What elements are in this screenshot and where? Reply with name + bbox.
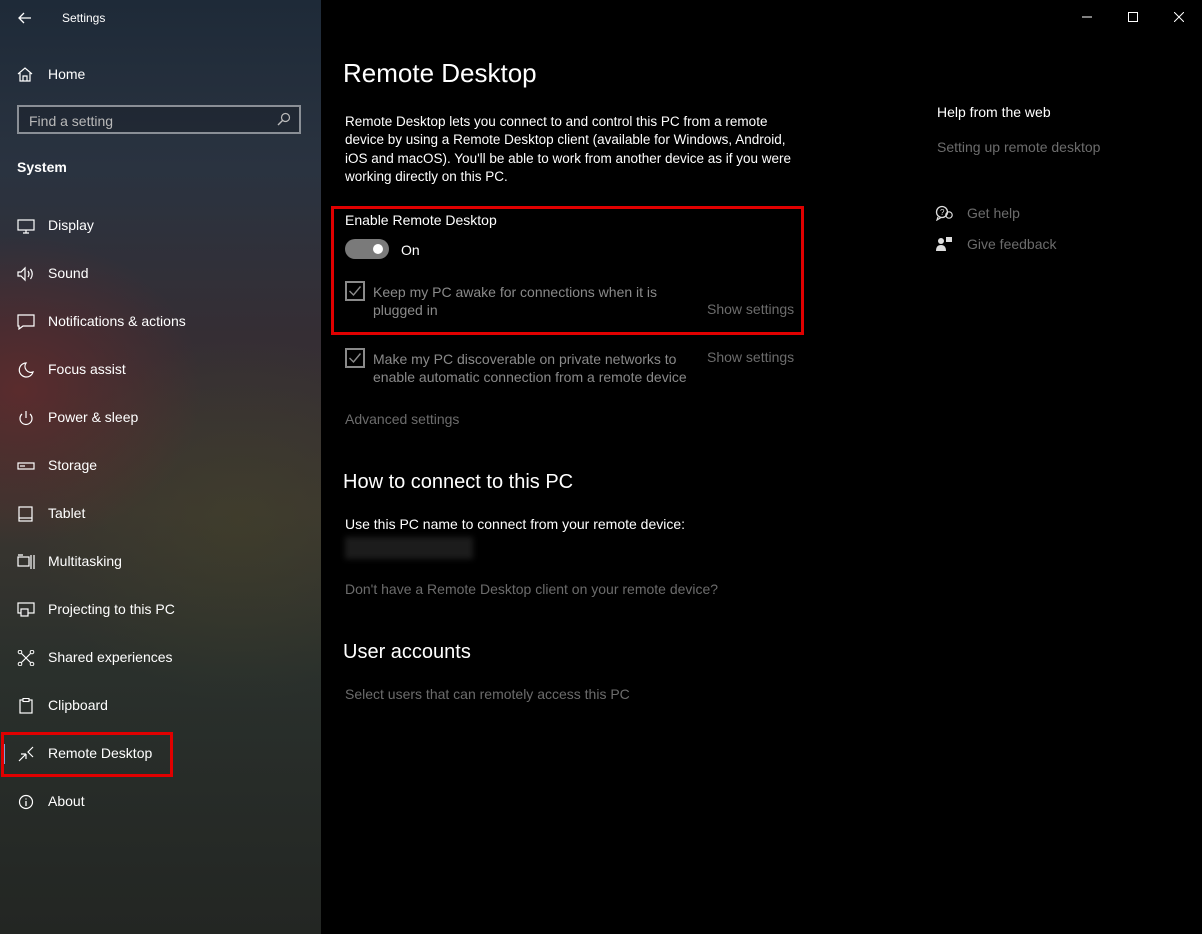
- home-link[interactable]: Home: [16, 62, 85, 86]
- home-icon: [17, 67, 33, 82]
- maximize-icon: [1128, 12, 1138, 22]
- display-icon: [17, 219, 35, 234]
- minimize-button[interactable]: [1064, 0, 1110, 34]
- help-from-web-heading: Help from the web: [937, 104, 1051, 120]
- sidebar-item-notifications[interactable]: Notifications & actions: [0, 298, 321, 346]
- discoverable-checkbox[interactable]: [345, 348, 365, 368]
- sidebar-item-label: About: [48, 793, 85, 809]
- give-feedback-link[interactable]: Give feedback: [935, 236, 1057, 252]
- get-help-link[interactable]: ? Get help: [935, 205, 1020, 221]
- sidebar-item-focus-assist[interactable]: Focus assist: [0, 346, 321, 394]
- storage-icon: [17, 462, 35, 470]
- sidebar-item-label: Projecting to this PC: [48, 601, 175, 617]
- svg-text:?: ?: [940, 208, 945, 217]
- sidebar-item-label: Sound: [48, 265, 89, 281]
- sidebar-item-label: Notifications & actions: [48, 313, 186, 329]
- sidebar-item-projecting[interactable]: Projecting to this PC: [0, 586, 321, 634]
- sidebar-item-about[interactable]: About: [0, 778, 321, 826]
- page-title: Remote Desktop: [343, 58, 537, 88]
- select-users-link[interactable]: Select users that can remotely access th…: [345, 686, 630, 702]
- minimize-icon: [1082, 16, 1092, 18]
- window-controls: [1064, 0, 1202, 34]
- description-text: Remote Desktop lets you connect to and c…: [345, 114, 792, 184]
- tablet-icon: [18, 506, 33, 522]
- give-feedback-label: Give feedback: [967, 236, 1057, 252]
- discoverable-label: Make my PC discoverable on private netwo…: [373, 351, 687, 385]
- show-settings-link[interactable]: Show settings: [707, 349, 794, 365]
- search-icon: [277, 112, 291, 126]
- speaker-icon: [17, 266, 33, 282]
- advanced-settings-link[interactable]: Advanced settings: [345, 411, 459, 427]
- sidebar-item-clipboard[interactable]: Clipboard: [0, 682, 321, 730]
- sidebar-item-label: Focus assist: [48, 361, 126, 377]
- highlight-box-main: [331, 206, 804, 335]
- no-client-link[interactable]: Don't have a Remote Desktop client on yo…: [345, 581, 718, 597]
- close-button[interactable]: [1156, 0, 1202, 34]
- search-input[interactable]: Find a setting: [17, 105, 301, 134]
- maximize-button[interactable]: [1110, 0, 1156, 34]
- sidebar-item-label: Multitasking: [48, 553, 122, 569]
- section-heading: System: [17, 159, 67, 175]
- sidebar-item-label: Storage: [48, 457, 98, 473]
- home-label: Home: [48, 66, 86, 82]
- chat-help-icon: ?: [935, 205, 953, 221]
- info-icon: [18, 794, 34, 810]
- sidebar-item-sound[interactable]: Sound: [0, 250, 321, 298]
- setting-up-remote-desktop-link[interactable]: Setting up remote desktop: [937, 139, 1100, 155]
- sidebar-item-label: Power & sleep: [48, 409, 139, 425]
- sidebar-item-power-sleep[interactable]: Power & sleep: [0, 394, 321, 442]
- notification-icon: [17, 314, 35, 330]
- moon-icon: [18, 362, 34, 378]
- highlight-box-sidebar: [1, 732, 173, 777]
- get-help-label: Get help: [967, 205, 1020, 221]
- sidebar-item-shared-experiences[interactable]: Shared experiences: [0, 634, 321, 682]
- sidebar-item-label: Shared experiences: [48, 649, 173, 665]
- close-icon: [1174, 12, 1184, 22]
- user-accounts-heading: User accounts: [343, 641, 471, 663]
- search-placeholder: Find a setting: [29, 113, 114, 129]
- sidebar-item-label: Clipboard: [48, 697, 108, 713]
- feedback-icon: [936, 237, 952, 251]
- settings-window: Settings Home Find a setting System Disp…: [0, 0, 1202, 934]
- sidebar-item-label: Display: [48, 217, 94, 233]
- sidebar-item-storage[interactable]: Storage: [0, 442, 321, 490]
- projecting-icon: [17, 602, 35, 617]
- shared-icon: [17, 650, 35, 666]
- pc-name-redacted: [345, 537, 473, 559]
- how-to-connect-heading: How to connect to this PC: [343, 471, 574, 493]
- clipboard-icon: [19, 698, 33, 714]
- sidebar-item-multitasking[interactable]: Multitasking: [0, 538, 321, 586]
- power-icon: [19, 411, 33, 425]
- app-title: Settings: [62, 11, 106, 25]
- pc-name-label: Use this PC name to connect from your re…: [345, 516, 686, 532]
- sidebar-item-tablet[interactable]: Tablet: [0, 490, 321, 538]
- title-bar: Settings: [0, 0, 321, 36]
- back-button[interactable]: [12, 6, 38, 30]
- checkmark-icon: [349, 353, 362, 364]
- multitasking-icon: [17, 554, 35, 569]
- sidebar-item-display[interactable]: Display: [0, 202, 321, 250]
- back-arrow-icon: [18, 12, 31, 24]
- sidebar: Settings Home Find a setting System Disp…: [0, 0, 321, 934]
- sidebar-item-label: Tablet: [48, 505, 86, 521]
- main-content: Remote Desktop Remote Desktop lets you c…: [321, 0, 1202, 934]
